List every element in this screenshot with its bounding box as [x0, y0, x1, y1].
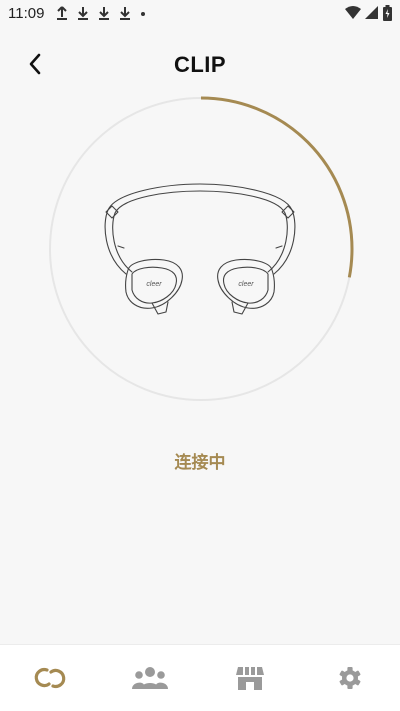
tab-community[interactable]	[120, 656, 180, 700]
earbuds-illustration	[104, 183, 296, 315]
tab-settings[interactable]	[320, 656, 380, 700]
connection-status-text: 连接中	[174, 453, 226, 473]
store-icon	[236, 667, 264, 690]
status-time: 11:09	[8, 4, 45, 22]
download-icon	[78, 7, 89, 20]
upload-icon	[57, 6, 68, 20]
tab-store[interactable]	[220, 656, 280, 700]
tab-device[interactable]	[20, 656, 80, 700]
device-logo-right: cleer	[238, 281, 254, 288]
people-icon	[132, 667, 168, 689]
battery-icon	[383, 5, 392, 21]
system-icons	[345, 5, 392, 21]
download-icon	[99, 7, 110, 20]
page-title: CLIP	[173, 52, 227, 77]
app-header: CLIP	[0, 40, 400, 86]
device-logo-left: cleer	[146, 281, 162, 288]
progress-arc	[48, 96, 354, 402]
download-icon	[120, 7, 131, 20]
notification-icons	[56, 6, 146, 20]
connection-progress: cleer cleer	[48, 96, 354, 402]
status-bar: 11:09	[0, 0, 400, 26]
bottom-tab-bar	[0, 644, 400, 711]
signal-icon	[365, 6, 378, 19]
progress-track	[49, 97, 353, 401]
link-icon	[34, 667, 66, 689]
wifi-icon	[345, 6, 361, 19]
dot-icon	[141, 12, 146, 16]
gear-icon	[339, 667, 361, 689]
